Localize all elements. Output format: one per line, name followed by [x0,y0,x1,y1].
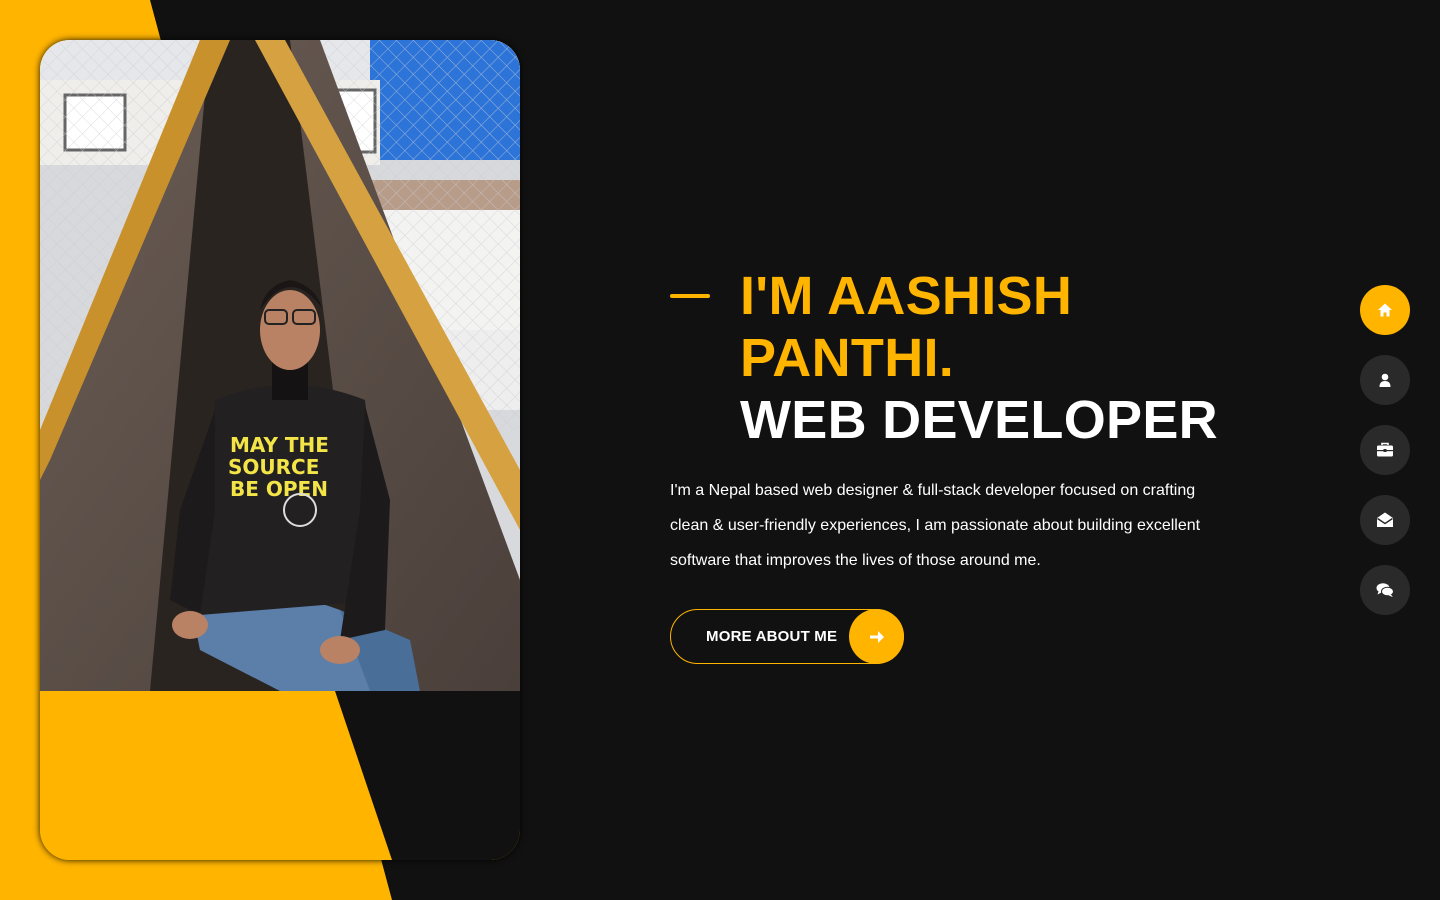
shirt-text-line1: MAY THE [230,433,329,457]
comments-icon [1376,583,1394,597]
user-icon [1379,373,1391,387]
nav-about-button[interactable] [1360,355,1410,405]
shirt-text-line2: SOURCE [228,455,319,479]
more-about-me-button[interactable]: More About Me [670,609,904,664]
more-about-me-label: More About Me [706,628,838,645]
shirt-text-line3: BE OPEN [230,477,328,501]
nav-portfolio-button[interactable] [1360,425,1410,475]
profile-photo: MAY THE SOURCE BE OPEN [40,40,520,691]
side-navigation [1360,285,1410,635]
arrow-right-icon [849,609,904,664]
hero-section: I'm Aashish Panthi. Web Developer I'm a … [670,265,1230,664]
briefcase-icon [1377,442,1393,457]
profile-photo-card: MAY THE SOURCE BE OPEN [40,40,520,860]
title-dash [670,294,710,298]
role-title: Web Developer [740,390,1218,450]
name-line2: Panthi. [740,328,955,388]
name-line1: I'm Aashish [740,266,1073,326]
nav-home-button[interactable] [1360,285,1410,335]
nav-blog-button[interactable] [1360,565,1410,615]
page-title: I'm Aashish Panthi. Web Developer [740,265,1230,451]
nav-contact-button[interactable] [1360,495,1410,545]
intro-text: I'm a Nepal based web designer & full-st… [670,482,1201,569]
home-icon [1378,303,1392,317]
envelope-open-icon [1377,512,1393,527]
